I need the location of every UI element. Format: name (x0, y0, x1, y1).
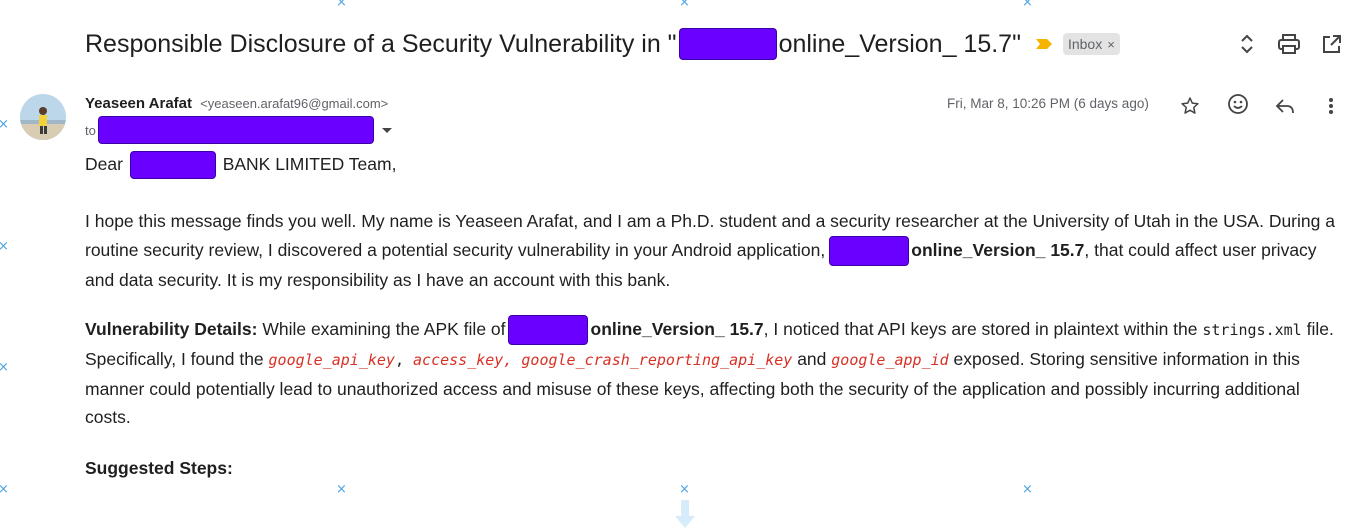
exposed-key: google_api_key (268, 351, 395, 370)
email-timestamp: Fri, Mar 8, 10:26 PM (6 days ago) (947, 96, 1149, 111)
email-subject: Responsible Disclosure of a Security Vul… (85, 28, 1120, 60)
app-version-name: online_Version_ 15.7 (590, 319, 764, 339)
star-icon[interactable] (1178, 94, 1202, 118)
redacted-bank-name (129, 151, 216, 180)
greeting-prefix: Dear (85, 154, 123, 174)
file-name: strings.xml (1202, 321, 1302, 339)
details-text: , I noticed that API keys are stored in … (763, 319, 1203, 339)
scroll-down-arrow-icon (675, 500, 695, 528)
open-in-new-window-icon[interactable] (1320, 32, 1344, 56)
greeting-suffix: BANK LIMITED Team, (222, 154, 397, 174)
more-vert-icon[interactable] (1319, 94, 1343, 118)
redacted-recipient (97, 116, 374, 144)
paragraph-intro: I hope this message finds you well. My n… (85, 207, 1345, 294)
inbox-label-badge[interactable]: Inbox × (1062, 33, 1120, 55)
annotation-mark: × (0, 360, 9, 375)
annotation-mark: × (1022, 482, 1033, 497)
details-text: While examining the APK file of (257, 319, 506, 339)
details-text: and (792, 349, 832, 370)
exposed-key: access_key, google_crash_reporting_api_k… (413, 351, 793, 370)
sender-avatar[interactable] (20, 94, 66, 140)
annotation-mark: × (0, 239, 9, 254)
redacted-app-name (507, 315, 588, 346)
remove-label-icon[interactable]: × (1107, 37, 1115, 52)
annotation-mark: × (679, 0, 690, 10)
annotation-mark: × (0, 117, 9, 132)
sender-line: Yeaseen Arafat <yeaseen.arafat96@gmail.c… (85, 95, 388, 112)
exposed-key: google_app_id (831, 351, 949, 370)
paragraph-vulnerability-details: Vulnerability Details: While examining t… (85, 315, 1345, 432)
print-icon[interactable] (1277, 32, 1301, 56)
redacted-app-name (829, 235, 910, 266)
subject-text-suffix: online_Version_ 15.7" (778, 29, 1021, 58)
sender-name[interactable]: Yeaseen Arafat (85, 95, 192, 112)
annotation-mark: × (336, 0, 347, 10)
expand-collapse-icon[interactable] (1235, 32, 1259, 56)
show-details-dropdown-icon[interactable] (381, 127, 392, 133)
redacted-bank-name (678, 28, 777, 60)
separator: , (394, 351, 414, 370)
sender-email: <yeaseen.arafat96@gmail.com> (200, 96, 389, 111)
vulnerability-details-label: Vulnerability Details: (85, 319, 258, 339)
add-reaction-icon[interactable] (1226, 92, 1250, 116)
reply-icon[interactable] (1273, 94, 1297, 118)
inbox-label-text: Inbox (1067, 36, 1103, 52)
annotation-mark: × (1022, 0, 1033, 10)
suggested-steps-label: Suggested Steps: (85, 458, 233, 478)
recipient-line: to (85, 116, 392, 144)
annotation-mark: × (0, 482, 9, 497)
subject-text-prefix: Responsible Disclosure of a Security Vul… (85, 29, 677, 58)
annotation-mark: × (679, 482, 690, 497)
to-label: to (85, 122, 96, 138)
app-version-name: online_Version_ 15.7 (911, 239, 1085, 260)
greeting: Dear BANK LIMITED Team, (85, 150, 1345, 180)
importance-marker-icon[interactable] (1035, 38, 1053, 50)
annotation-mark: × (336, 482, 347, 497)
suggested-steps-heading: Suggested Steps: (85, 454, 1345, 483)
